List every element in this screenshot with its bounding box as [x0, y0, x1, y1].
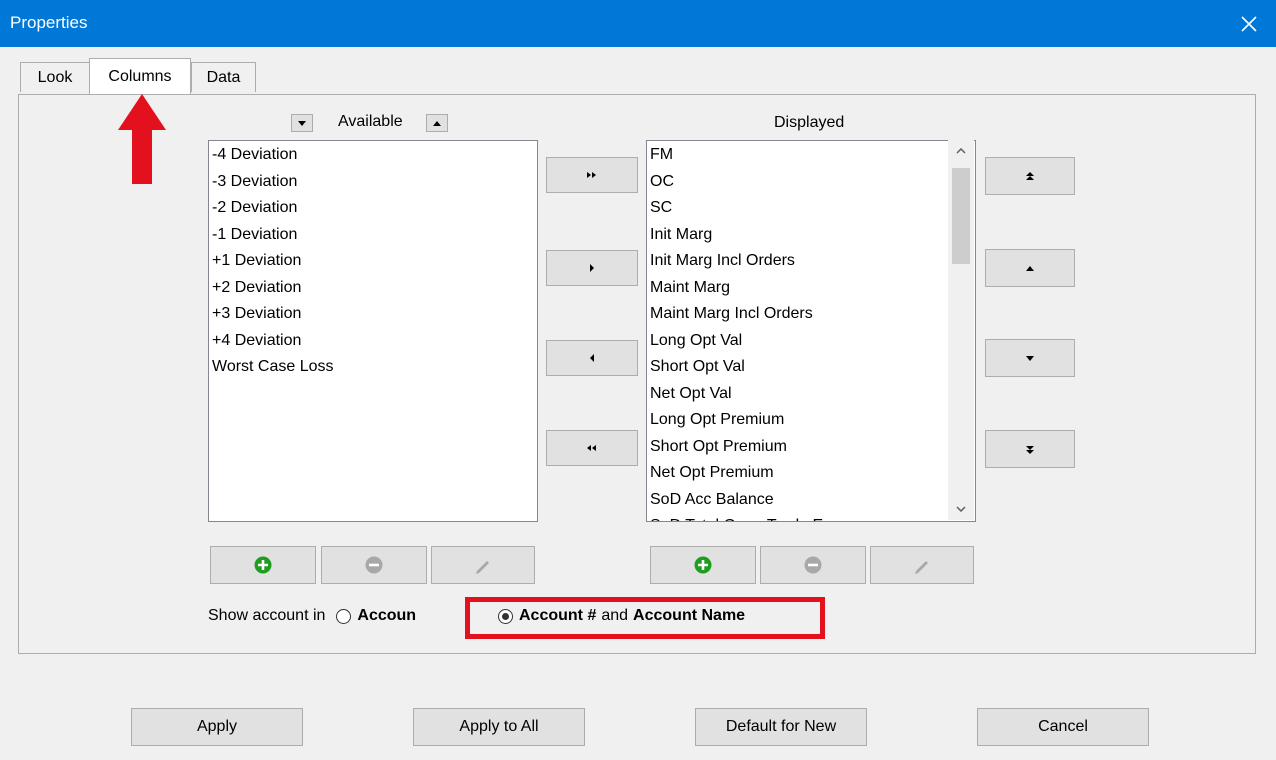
available-remove-button[interactable] — [321, 546, 427, 584]
apply-label: Apply — [196, 718, 238, 735]
move-up-button[interactable] — [985, 249, 1075, 287]
available-label: Available — [338, 113, 403, 130]
list-item[interactable]: Maint Marg — [647, 275, 975, 302]
scroll-down-icon — [956, 506, 966, 512]
default-for-new-button[interactable]: Default for New — [695, 708, 867, 746]
triangle-up-icon — [433, 120, 441, 126]
displayed-scrollbar[interactable] — [948, 140, 974, 520]
show-account-row: Show account in Accoun — [208, 607, 416, 625]
scrollbar-thumb[interactable] — [952, 168, 970, 264]
minus-circle-icon — [804, 556, 822, 574]
window-title: Properties — [10, 13, 88, 32]
red-arrow-annotation — [118, 94, 166, 184]
list-item[interactable]: SC — [647, 195, 975, 222]
list-item[interactable]: Init Marg Incl Orders — [647, 248, 975, 275]
available-list[interactable]: -4 Deviation -3 Deviation -2 Deviation -… — [208, 140, 538, 522]
list-item[interactable]: Short Opt Premium — [647, 434, 975, 461]
move-to-bottom-button[interactable] — [985, 430, 1075, 468]
list-item[interactable]: Worst Case Loss — [209, 354, 537, 381]
double-arrow-left-icon — [587, 445, 596, 451]
arrow-left-icon — [590, 354, 594, 362]
list-item[interactable]: +3 Deviation — [209, 301, 537, 328]
displayed-add-button[interactable] — [650, 546, 756, 584]
triangle-down-icon — [298, 120, 306, 126]
sort-up-button[interactable] — [426, 114, 448, 132]
arrow-up-icon — [1026, 265, 1034, 271]
tab-look-label: Look — [37, 68, 73, 86]
radio-account-number-label: Accoun — [357, 607, 417, 624]
cancel-button[interactable]: Cancel — [977, 708, 1149, 746]
list-item[interactable]: +2 Deviation — [209, 275, 537, 302]
list-item[interactable]: SoD Total Open Trade Eq — [647, 513, 975, 521]
list-item[interactable]: OC — [647, 169, 975, 196]
displayed-label: Displayed — [774, 114, 845, 131]
available-add-button[interactable] — [210, 546, 316, 584]
arrow-right-icon — [590, 264, 594, 272]
tab-data-label: Data — [206, 68, 241, 86]
pencil-icon — [476, 561, 489, 574]
close-icon — [1241, 15, 1257, 32]
plus-circle-icon — [694, 556, 712, 574]
title-bar: Properties — [0, 0, 1276, 47]
move-down-button[interactable] — [985, 339, 1075, 377]
available-edit-button[interactable] — [431, 546, 535, 584]
move-top-icon — [1026, 171, 1034, 180]
show-account-label: Show account in — [208, 607, 326, 624]
plus-circle-icon — [254, 556, 272, 574]
list-item[interactable]: Long Opt Val — [647, 328, 975, 355]
list-item[interactable]: FM — [647, 142, 975, 169]
list-item[interactable]: Maint Marg Incl Orders — [647, 301, 975, 328]
minus-circle-icon — [365, 556, 383, 574]
apply-to-all-label: Apply to All — [459, 718, 539, 735]
list-item[interactable]: -2 Deviation — [209, 195, 537, 222]
cancel-label: Cancel — [1038, 718, 1088, 735]
move-bottom-icon — [1026, 445, 1034, 454]
displayed-remove-button[interactable] — [760, 546, 866, 584]
list-item[interactable]: Net Opt Val — [647, 381, 975, 408]
apply-to-all-button[interactable]: Apply to All — [413, 708, 585, 746]
list-item[interactable]: -4 Deviation — [209, 142, 537, 169]
move-all-left-button[interactable] — [546, 430, 638, 466]
arrow-down-icon — [1026, 355, 1034, 361]
move-left-button[interactable] — [546, 340, 638, 376]
tab-data[interactable]: Data — [191, 62, 256, 92]
list-item[interactable]: +4 Deviation — [209, 328, 537, 355]
tab-columns-label: Columns — [108, 67, 172, 85]
move-all-right-button[interactable] — [546, 157, 638, 193]
displayed-list[interactable]: FM OC SC Init Marg Init Marg Incl Orders… — [646, 140, 976, 522]
apply-button[interactable]: Apply — [131, 708, 303, 746]
pencil-icon — [915, 561, 928, 574]
move-to-top-button[interactable] — [985, 157, 1075, 195]
list-item[interactable]: SoD Acc Balance — [647, 487, 975, 514]
list-item[interactable]: -1 Deviation — [209, 222, 537, 249]
list-item[interactable]: Short Opt Val — [647, 354, 975, 381]
tab-columns[interactable]: Columns — [89, 58, 191, 94]
radio-account-number[interactable] — [336, 608, 352, 624]
list-item[interactable]: +1 Deviation — [209, 248, 537, 275]
red-highlight-box — [465, 597, 825, 639]
tab-look[interactable]: Look — [20, 62, 90, 92]
scroll-up-icon — [956, 148, 966, 154]
close-button[interactable] — [1222, 0, 1276, 47]
default-for-new-label: Default for New — [725, 718, 837, 735]
displayed-edit-button[interactable] — [870, 546, 974, 584]
list-item[interactable]: -3 Deviation — [209, 169, 537, 196]
move-right-button[interactable] — [546, 250, 638, 286]
list-item[interactable]: Init Marg — [647, 222, 975, 249]
list-item[interactable]: Long Opt Premium — [647, 407, 975, 434]
double-arrow-right-icon — [587, 172, 596, 178]
sort-down-button[interactable] — [291, 114, 313, 132]
list-item[interactable]: Net Opt Premium — [647, 460, 975, 487]
